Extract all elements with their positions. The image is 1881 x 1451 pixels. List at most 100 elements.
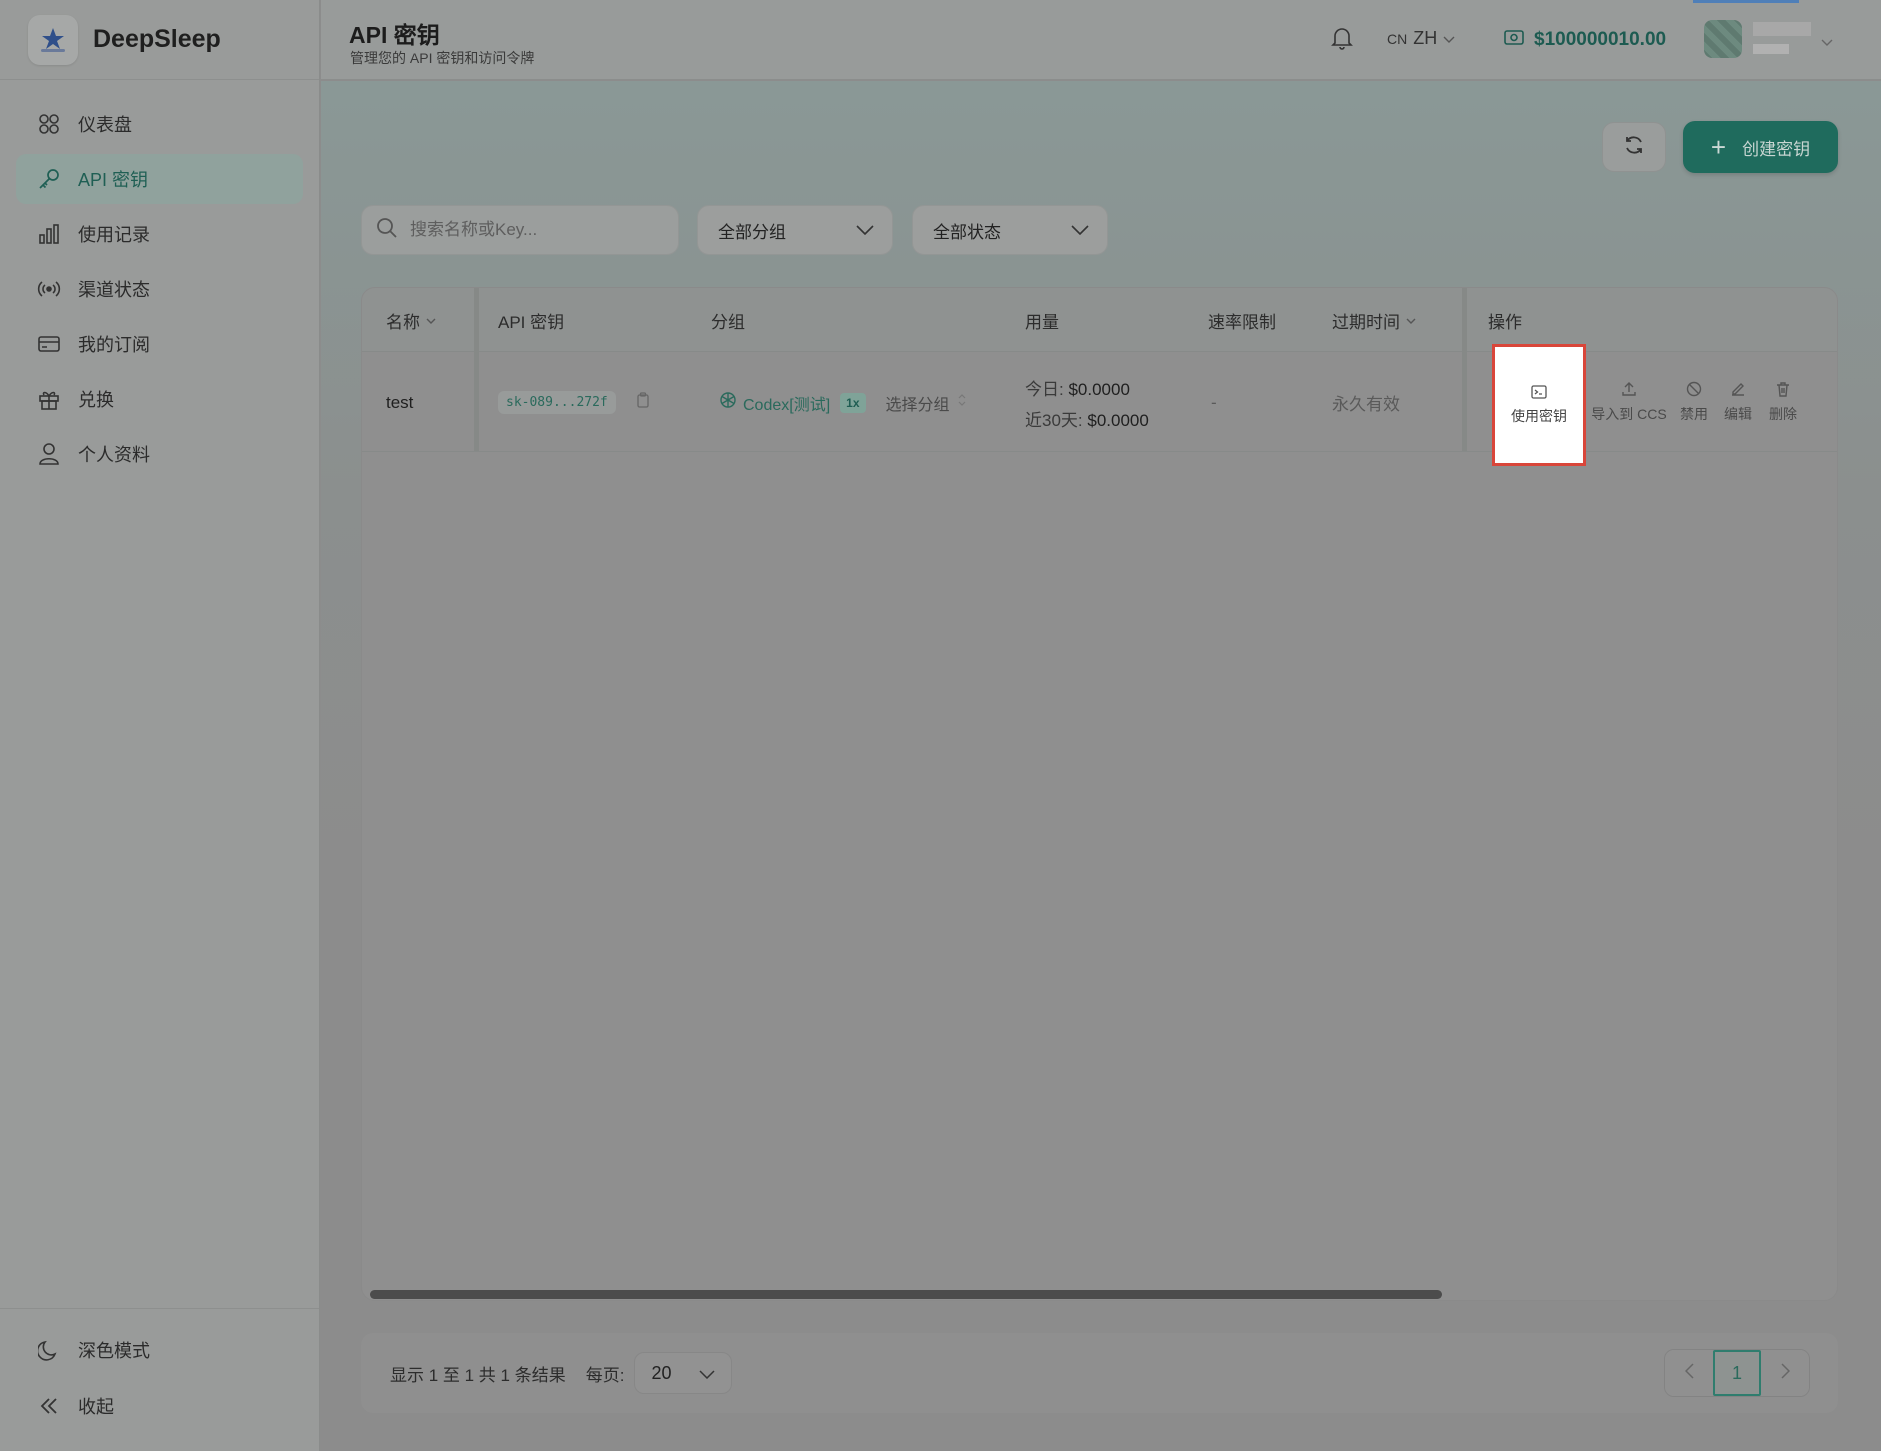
cell-usage: 今日: $0.0000 近30天: $0.0000 bbox=[1025, 353, 1149, 452]
usage-30d-label: 近30天: bbox=[1025, 410, 1083, 430]
language-switcher[interactable]: CN ZH bbox=[1387, 28, 1455, 49]
sidebar: DeepSleep 仪表盘 API 密钥 使用记录 渠道状态 我的订阅 兑换 个… bbox=[0, 0, 320, 1451]
create-key-button[interactable]: + 创建密钥 bbox=[1683, 121, 1838, 173]
openai-logo-icon bbox=[719, 391, 737, 414]
collapse-label: 收起 bbox=[78, 1397, 114, 1417]
page-title: API 密钥 bbox=[349, 22, 440, 48]
delete-button[interactable]: 删除 bbox=[1763, 353, 1803, 452]
import-ccs-label: 导入到 CCS bbox=[1591, 406, 1667, 422]
group-tag: Codex[测试] 1x bbox=[719, 391, 866, 415]
search-icon bbox=[376, 217, 398, 244]
usage-30d: 近30天: $0.0000 bbox=[1025, 406, 1149, 431]
sidebar-item-label: API 密钥 bbox=[78, 170, 149, 190]
page-navigation: 1 bbox=[1664, 1349, 1810, 1397]
copy-icon[interactable] bbox=[636, 392, 650, 413]
cell-rate-limit: - bbox=[1211, 392, 1217, 412]
dashboard-grid-icon bbox=[36, 111, 62, 137]
terminal-icon bbox=[1531, 384, 1547, 402]
balance-display[interactable]: $100000010.00 bbox=[1504, 28, 1666, 52]
next-page-button[interactable] bbox=[1761, 1350, 1809, 1396]
per-page-value: 20 bbox=[651, 1362, 672, 1383]
sidebar-item-label: 仪表盘 bbox=[78, 115, 132, 135]
credit-card-icon bbox=[36, 331, 62, 357]
language-prefix: CN bbox=[1387, 30, 1408, 47]
disable-label: 禁用 bbox=[1680, 406, 1708, 422]
search-box[interactable] bbox=[361, 205, 679, 255]
balance-amount: $100000010.00 bbox=[1534, 29, 1667, 50]
sidebar-item-subscription[interactable]: 我的订阅 bbox=[16, 319, 303, 369]
table-row: test sk-089...272f Codex[测试] 1x 选择分组 今日:… bbox=[362, 344, 1837, 466]
chevron-down-icon bbox=[699, 1363, 715, 1384]
group-filter-select[interactable]: 全部分组 bbox=[697, 205, 893, 255]
collapse-sidebar-button[interactable]: 收起 bbox=[16, 1381, 303, 1431]
sidebar-item-redeem[interactable]: 兑换 bbox=[16, 374, 303, 424]
sidebar-item-api-keys[interactable]: API 密钥 bbox=[16, 154, 303, 204]
refresh-button[interactable] bbox=[1602, 122, 1666, 172]
double-chevron-left-icon bbox=[36, 1393, 62, 1419]
horizontal-scrollbar[interactable] bbox=[370, 1290, 1442, 1299]
brand[interactable]: DeepSleep bbox=[0, 0, 319, 80]
page-number-button[interactable]: 1 bbox=[1713, 1350, 1761, 1396]
sidebar-item-label: 个人资料 bbox=[78, 445, 150, 465]
select-group-dropdown[interactable]: 选择分组 bbox=[886, 391, 966, 415]
chevron-down-icon bbox=[1443, 28, 1455, 49]
sort-arrows-icon bbox=[958, 393, 966, 412]
cell-name: test bbox=[386, 392, 414, 412]
bell-icon[interactable] bbox=[1331, 26, 1353, 55]
main-content: + 创建密钥 全部分组 全部状态 名称 API 密钥 分组 用量 速率限制 bbox=[321, 81, 1881, 1451]
chevron-down-icon bbox=[856, 220, 874, 240]
dark-mode-toggle[interactable]: 深色模式 bbox=[16, 1325, 303, 1375]
sidebar-item-label: 使用记录 bbox=[78, 225, 150, 245]
table-header: 名称 API 密钥 分组 用量 速率限制 过期时间 操作 bbox=[362, 288, 1837, 352]
broadcast-icon bbox=[36, 276, 62, 302]
upload-icon bbox=[1621, 381, 1637, 400]
use-key-button[interactable]: 使用密钥 bbox=[1492, 344, 1586, 466]
sidebar-item-dashboard[interactable]: 仪表盘 bbox=[16, 99, 303, 149]
sidebar-bottom: 深色模式 收起 bbox=[0, 1308, 319, 1451]
per-page-label: 每页: bbox=[585, 1365, 625, 1385]
search-input[interactable] bbox=[410, 220, 650, 240]
results-summary: 显示 1 至 1 共 1 条结果 bbox=[390, 1365, 566, 1385]
column-header-usage: 用量 bbox=[1025, 312, 1059, 332]
sidebar-item-profile[interactable]: 个人资料 bbox=[16, 429, 303, 479]
column-header-group: 分组 bbox=[711, 312, 745, 332]
cell-actions: 使用密钥 导入到 CCS 禁用 编辑 删除 bbox=[1480, 344, 1837, 466]
chevron-left-icon bbox=[1684, 1362, 1694, 1384]
select-group-label: 选择分组 bbox=[885, 396, 950, 414]
page-subtitle: 管理您的 API 密钥和访问令牌 bbox=[350, 50, 535, 66]
usage-today: 今日: $0.0000 bbox=[1025, 375, 1130, 400]
create-key-label: 创建密钥 bbox=[1742, 139, 1811, 159]
sidebar-item-label: 兑换 bbox=[78, 390, 114, 410]
column-header-expires[interactable]: 过期时间 bbox=[1332, 288, 1416, 352]
import-ccs-button[interactable]: 导入到 CCS bbox=[1589, 353, 1669, 452]
disable-button[interactable]: 禁用 bbox=[1674, 353, 1714, 452]
edit-button[interactable]: 编辑 bbox=[1718, 353, 1758, 452]
prev-page-button[interactable] bbox=[1665, 1350, 1713, 1396]
status-filter-value: 全部状态 bbox=[933, 222, 1001, 242]
sidebar-item-channel-status[interactable]: 渠道状态 bbox=[16, 264, 303, 314]
wallet-icon bbox=[1504, 28, 1524, 52]
column-header-name[interactable]: 名称 bbox=[386, 288, 436, 352]
column-header-rate-limit: 速率限制 bbox=[1208, 312, 1276, 332]
user-name-blurred[interactable] bbox=[1753, 20, 1811, 60]
group-filter-value: 全部分组 bbox=[718, 222, 786, 242]
status-filter-select[interactable]: 全部状态 bbox=[912, 205, 1108, 255]
column-header-label: 名称 bbox=[386, 312, 420, 332]
column-header-key: API 密钥 bbox=[498, 312, 565, 332]
multiplier-badge: 1x bbox=[840, 392, 866, 413]
avatar[interactable] bbox=[1704, 20, 1742, 58]
sidebar-item-usage[interactable]: 使用记录 bbox=[16, 209, 303, 259]
language-code: ZH bbox=[1413, 28, 1438, 48]
chevron-down-icon[interactable] bbox=[1821, 34, 1833, 52]
usage-today-label: 今日: bbox=[1025, 379, 1064, 399]
cell-expires: 永久有效 bbox=[1332, 395, 1400, 414]
usage-30d-value: $0.0000 bbox=[1087, 410, 1149, 430]
delete-label: 删除 bbox=[1769, 406, 1797, 422]
per-page-select[interactable]: 20 bbox=[634, 1352, 733, 1394]
ban-icon bbox=[1686, 381, 1702, 400]
dark-mode-label: 深色模式 bbox=[78, 1341, 150, 1361]
sidebar-item-label: 我的订阅 bbox=[78, 335, 150, 355]
moon-icon bbox=[36, 1337, 62, 1363]
api-key-value[interactable]: sk-089...272f bbox=[498, 391, 616, 414]
api-keys-table: 名称 API 密钥 分组 用量 速率限制 过期时间 操作 test sk-089… bbox=[361, 287, 1838, 1301]
